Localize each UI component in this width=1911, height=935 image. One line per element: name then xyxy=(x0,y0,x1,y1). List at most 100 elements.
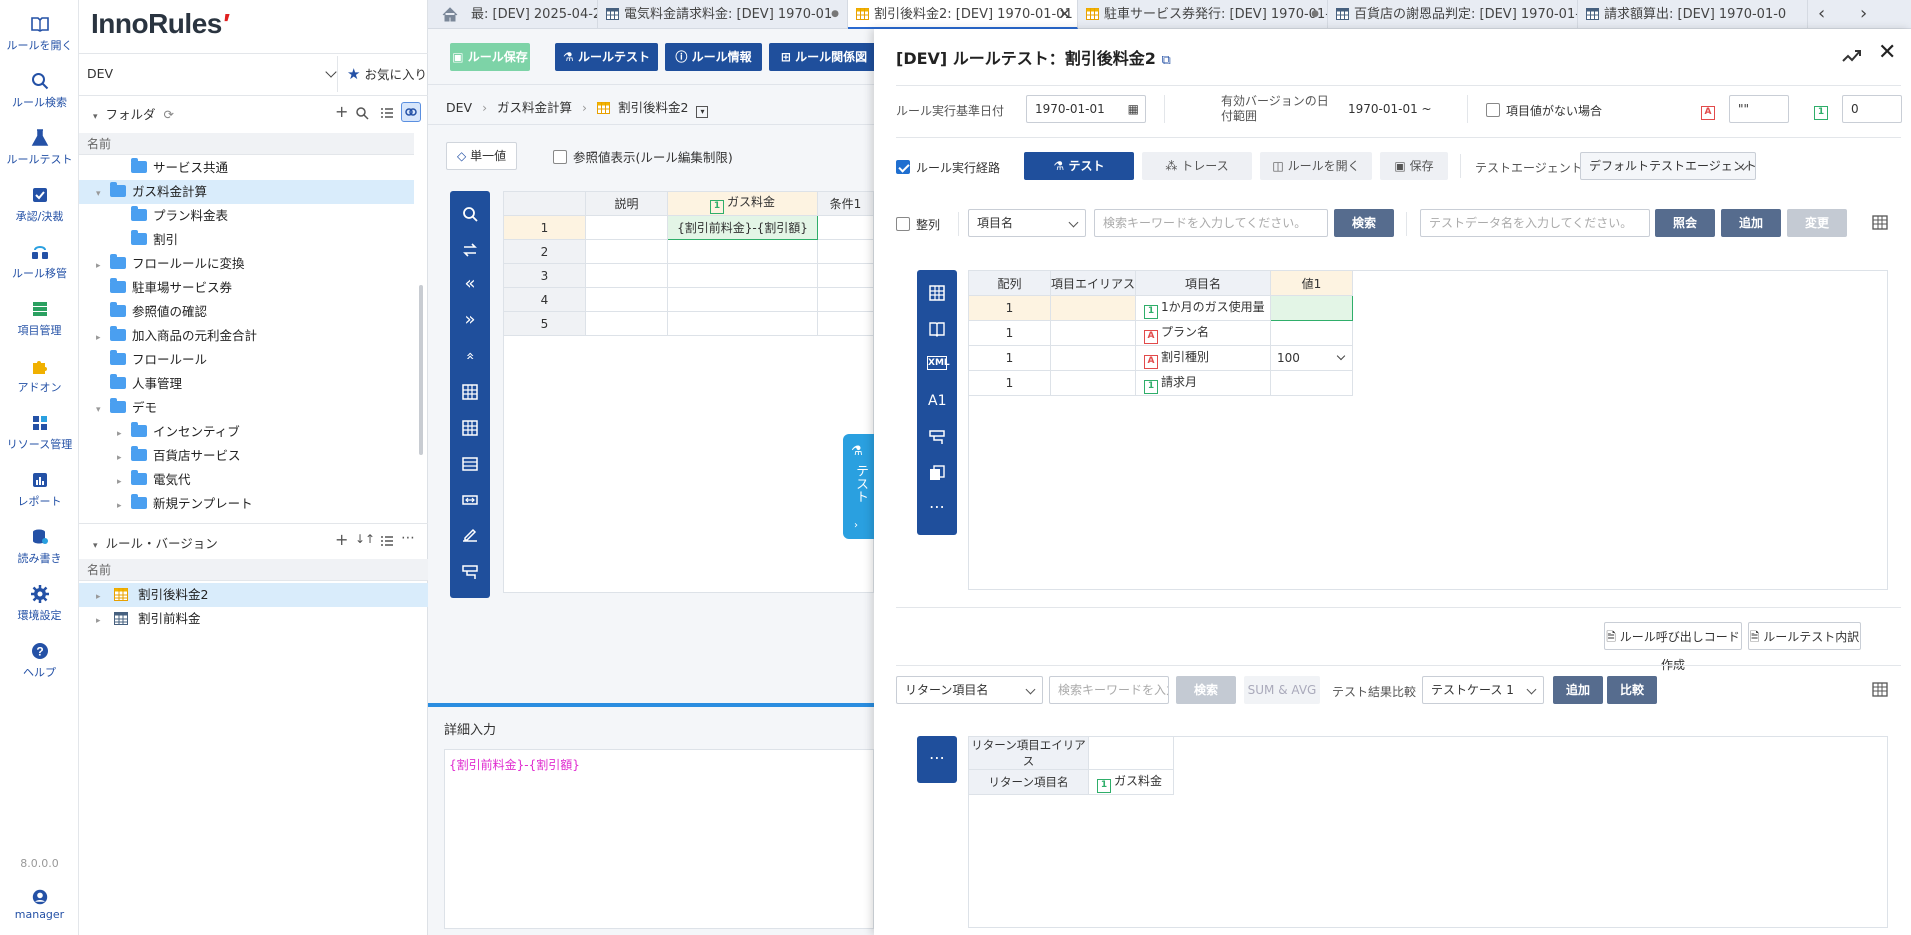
table-icon[interactable] xyxy=(461,455,479,473)
double-up-icon[interactable]: « xyxy=(461,347,479,365)
list-view-icon[interactable] xyxy=(380,534,394,548)
add-testcase-button[interactable]: 追加 xyxy=(1553,676,1603,704)
save-button[interactable]: ▣ 保存 xyxy=(1380,152,1448,180)
more-icon[interactable]: ⋯ xyxy=(401,530,415,546)
folder-tree-item[interactable]: サービス共通 xyxy=(79,156,414,180)
merge-icon[interactable] xyxy=(461,491,479,509)
folder-tree-item[interactable]: ▸ 百貨店サービス xyxy=(79,444,414,468)
keyword-search-input[interactable]: 検索キーワードを入力してください。 xyxy=(1094,209,1328,237)
table-settings-icon[interactable] xyxy=(1872,215,1890,231)
link-toggle-icon[interactable] xyxy=(401,102,421,122)
rail-approval[interactable]: 承認/決裁 xyxy=(0,185,79,224)
test-side-tab[interactable]: ⚗ テスト › xyxy=(843,434,874,539)
list-view-icon[interactable] xyxy=(380,106,394,120)
add-rule-icon[interactable]: + xyxy=(335,530,348,549)
folder-scrollbar[interactable] xyxy=(419,285,423,455)
favorites-button[interactable]: ★ お気に入り xyxy=(347,63,427,86)
grid-cell[interactable] xyxy=(667,311,818,336)
caret-icon[interactable]: ▸ xyxy=(96,326,106,350)
folder-tree-item[interactable]: 駐車場サービス券 xyxy=(79,276,414,300)
row-number[interactable]: 5 xyxy=(503,311,586,336)
value-select[interactable]: 100 xyxy=(1270,345,1353,371)
rule-relation-button[interactable]: ⊞ ルール関係図 xyxy=(769,43,879,71)
folder-tree-item[interactable]: 割引 xyxy=(79,228,414,252)
open-rule-button[interactable]: ◫ ルールを開く xyxy=(1260,152,1372,180)
rail-rule-test[interactable]: ルールテスト xyxy=(0,128,79,167)
book-icon[interactable] xyxy=(928,320,946,338)
environment-select[interactable]: DEV xyxy=(87,63,339,85)
return-field-select[interactable]: リターン項目名 xyxy=(896,676,1043,704)
grid-cell[interactable] xyxy=(585,263,668,288)
more-icon[interactable]: ⋯ xyxy=(928,498,946,516)
rule-save-button[interactable]: ▣ ルール保存 xyxy=(450,43,530,71)
folder-tree-item[interactable]: 参照値の確認 xyxy=(79,300,414,324)
dropdown-icon[interactable]: ▾ xyxy=(696,106,709,118)
close-icon[interactable]: ✕ xyxy=(1878,40,1896,65)
row-number[interactable]: 4 xyxy=(503,287,586,312)
caret-icon[interactable]: ▸ xyxy=(117,494,127,518)
breadcrumb-item[interactable]: ガス料金計算 xyxy=(497,100,572,115)
rail-item-manage[interactable]: 項目管理 xyxy=(0,299,79,338)
testcase-select[interactable]: テストケース 1 xyxy=(1422,676,1544,704)
field-name-select[interactable]: 項目名 xyxy=(968,209,1086,237)
rail-help[interactable]: ? ヘルプ xyxy=(0,641,79,680)
sum-avg-button[interactable]: SUM & AVG xyxy=(1244,676,1320,704)
home-icon[interactable] xyxy=(442,7,458,22)
folder-tree-item[interactable]: 人事管理 xyxy=(79,372,414,396)
folder-tree-item[interactable]: ▸ 電気代 xyxy=(79,468,414,492)
format-icon[interactable] xyxy=(928,428,946,446)
grid-icon[interactable] xyxy=(461,419,479,437)
result-more-button[interactable]: ⋯ xyxy=(917,736,957,783)
rail-readwrite[interactable]: 読み書き xyxy=(0,527,79,566)
reference-display-checkbox[interactable]: 参照値表示(ルール編集制限) xyxy=(553,147,733,166)
rail-settings[interactable]: 環境設定 xyxy=(0,584,79,623)
trace-button[interactable]: ⁂ トレース xyxy=(1142,152,1252,180)
a1-icon[interactable]: A1 xyxy=(928,392,946,410)
add-button[interactable]: 追加 xyxy=(1721,209,1781,237)
folder-tree-item[interactable]: ▸ インセンティブ xyxy=(79,420,414,444)
rule-version-header[interactable]: ▾ ルール・バージョン xyxy=(93,533,218,552)
grid-cell[interactable] xyxy=(817,287,874,312)
folder-tree-item[interactable]: プラン料金表 xyxy=(79,204,414,228)
return-search-input[interactable]: 検索キーワードを入力してく xyxy=(1049,676,1169,704)
single-value-button[interactable]: ◇ 単一値 xyxy=(446,142,518,170)
caret-icon[interactable]: ▸ xyxy=(117,446,127,470)
rail-open-rule[interactable]: ルールを開く xyxy=(0,14,79,53)
folder-tree-item[interactable]: ▾ ガス料金計算 xyxy=(79,180,414,204)
add-folder-icon[interactable]: + xyxy=(335,102,348,121)
double-left-icon[interactable]: « xyxy=(461,275,479,293)
column-header[interactable]: 条件1 xyxy=(817,191,874,216)
search-icon[interactable] xyxy=(461,205,479,223)
row-number[interactable]: 3 xyxy=(503,263,586,288)
folder-section-header[interactable]: ▾ フォルダ ⟳ xyxy=(93,104,174,123)
rail-report[interactable]: レポート xyxy=(0,470,79,509)
caret-icon[interactable]: ▸ xyxy=(117,470,127,494)
string-default-input[interactable]: "" xyxy=(1729,95,1789,123)
chevron-left-icon[interactable]: ‹ xyxy=(1818,3,1825,24)
table-settings-icon[interactable] xyxy=(1872,682,1890,698)
column-header[interactable]: 1 ガス料金 xyxy=(667,191,818,216)
grid-cell[interactable] xyxy=(585,311,668,336)
rule-info-button[interactable]: ⓘ ルール情報 xyxy=(665,43,762,71)
grid-add-icon[interactable] xyxy=(461,383,479,401)
rail-resource[interactable]: リソース管理 xyxy=(0,413,79,452)
test-button[interactable]: ⚗ テスト xyxy=(1024,152,1134,180)
column-header[interactable]: 説明 xyxy=(585,191,668,216)
number-default-input[interactable]: 0 xyxy=(1842,95,1902,123)
search-button[interactable]: 検索 xyxy=(1334,209,1394,237)
tab-item[interactable]: 最: [DEV] 2025-04-21 xyxy=(461,0,598,29)
folder-tree-item[interactable]: フロールール xyxy=(79,348,414,372)
value-input[interactable] xyxy=(1270,295,1353,321)
user-menu[interactable]: manager xyxy=(0,889,79,921)
refresh-icon[interactable]: ⟳ xyxy=(164,107,174,122)
tab-item[interactable]: 電気料金請求料金: [DEV] 1970-01- ● xyxy=(598,0,848,29)
grid-cell[interactable] xyxy=(817,215,874,240)
tab-item-active[interactable]: 割引後料金2: [DEV] 1970-01-01 ✕ xyxy=(848,0,1078,29)
rule-row[interactable]: ▸ 割引前料金 xyxy=(79,607,428,631)
copy-icon[interactable] xyxy=(928,464,946,482)
caret-icon[interactable]: ▸ xyxy=(117,422,127,446)
caret-icon[interactable]: ▸ xyxy=(96,254,106,278)
grid-cell[interactable] xyxy=(667,239,818,264)
folder-tree-item[interactable]: ▸ 加入商品の元利金合計 xyxy=(79,324,414,348)
view-button[interactable]: 照会 xyxy=(1655,209,1715,237)
